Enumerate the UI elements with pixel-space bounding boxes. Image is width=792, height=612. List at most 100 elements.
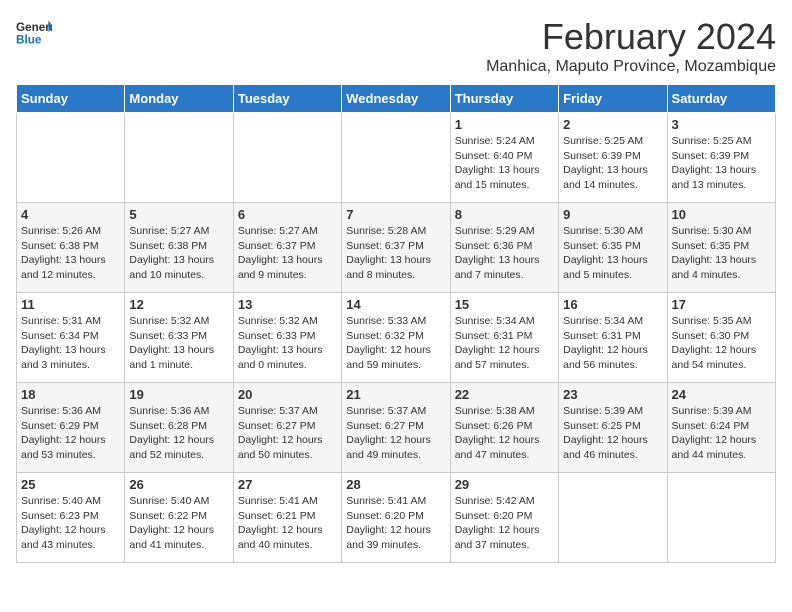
day-info: Sunrise: 5:41 AMSunset: 6:20 PMDaylight:… [346,494,445,553]
main-title: February 2024 [486,16,776,58]
title-area: February 2024 Manhica, Maputo Province, … [486,16,776,76]
day-info: Sunrise: 5:24 AMSunset: 6:40 PMDaylight:… [455,134,554,193]
weekday-header: Thursday [450,85,558,113]
calendar-body: 1 Sunrise: 5:24 AMSunset: 6:40 PMDaylight… [17,113,776,563]
calendar-table: SundayMondayTuesdayWednesdayThursdayFrid… [16,84,776,563]
day-info: Sunrise: 5:29 AMSunset: 6:36 PMDaylight:… [455,224,554,283]
logo: General Blue [16,16,52,52]
calendar-cell: 29Sunrise: 5:42 AMSunset: 6:20 PMDayligh… [450,473,558,563]
day-number: 23 [563,387,662,402]
day-number: 9 [563,207,662,222]
day-number: 13 [238,297,337,312]
weekday-header: Wednesday [342,85,450,113]
calendar-week-row: 18 Sunrise: 5:36 AMSunset: 6:29 PMDayligh… [17,383,776,473]
day-number: 6 [238,207,337,222]
calendar-cell: 5 Sunrise: 5:27 AMSunset: 6:38 PMDaylight… [125,203,233,293]
calendar-cell: 13 Sunrise: 5:32 AMSunset: 6:33 PMDayligh… [233,293,341,383]
calendar-cell: 1 Sunrise: 5:24 AMSunset: 6:40 PMDaylight… [450,113,558,203]
day-info: Sunrise: 5:26 AMSunset: 6:38 PMDaylight:… [21,224,120,283]
weekday-header: Sunday [17,85,125,113]
calendar-cell: 23 Sunrise: 5:39 AMSunset: 6:25 PMDayligh… [559,383,667,473]
calendar-cell: 17Sunrise: 5:35 AMSunset: 6:30 PMDayligh… [667,293,775,383]
day-info: Sunrise: 5:37 AMSunset: 6:27 PMDaylight:… [238,404,337,463]
day-info: Sunrise: 5:30 AMSunset: 6:35 PMDaylight:… [672,224,771,283]
calendar-cell [342,113,450,203]
svg-text:Blue: Blue [16,33,42,46]
day-info: Sunrise: 5:39 AMSunset: 6:24 PMDaylight:… [672,404,771,463]
day-number: 20 [238,387,337,402]
day-number: 11 [21,297,120,312]
header: General Blue February 2024 Manhica, Mapu… [16,16,776,76]
day-info: Sunrise: 5:32 AMSunset: 6:33 PMDaylight:… [238,314,337,373]
calendar-cell: 14 Sunrise: 5:33 AMSunset: 6:32 PMDayligh… [342,293,450,383]
calendar-cell [233,113,341,203]
day-info: Sunrise: 5:36 AMSunset: 6:29 PMDaylight:… [21,404,120,463]
day-info: Sunrise: 5:31 AMSunset: 6:34 PMDaylight:… [21,314,120,373]
weekday-header-row: SundayMondayTuesdayWednesdayThursdayFrid… [17,85,776,113]
day-number: 2 [563,117,662,132]
calendar-cell: 24Sunrise: 5:39 AMSunset: 6:24 PMDayligh… [667,383,775,473]
calendar-cell: 25 Sunrise: 5:40 AMSunset: 6:23 PMDayligh… [17,473,125,563]
day-info: Sunrise: 5:40 AMSunset: 6:22 PMDaylight:… [129,494,228,553]
day-number: 4 [21,207,120,222]
day-info: Sunrise: 5:40 AMSunset: 6:23 PMDaylight:… [21,494,120,553]
calendar-cell: 11 Sunrise: 5:31 AMSunset: 6:34 PMDayligh… [17,293,125,383]
calendar-week-row: 4 Sunrise: 5:26 AMSunset: 6:38 PMDaylight… [17,203,776,293]
calendar-cell: 10 Sunrise: 5:30 AMSunset: 6:35 PMDayligh… [667,203,775,293]
calendar-cell: 15 Sunrise: 5:34 AMSunset: 6:31 PMDayligh… [450,293,558,383]
day-info: Sunrise: 5:37 AMSunset: 6:27 PMDaylight:… [346,404,445,463]
day-number: 18 [21,387,120,402]
day-number: 27 [238,477,337,492]
day-number: 25 [21,477,120,492]
day-info: Sunrise: 5:34 AMSunset: 6:31 PMDaylight:… [455,314,554,373]
weekday-header: Monday [125,85,233,113]
weekday-header: Saturday [667,85,775,113]
day-number: 21 [346,387,445,402]
day-info: Sunrise: 5:25 AMSunset: 6:39 PMDaylight:… [672,134,771,193]
svg-text:General: General [16,21,52,34]
day-number: 26 [129,477,228,492]
calendar-cell: 18 Sunrise: 5:36 AMSunset: 6:29 PMDayligh… [17,383,125,473]
day-number: 3 [672,117,771,132]
day-number: 8 [455,207,554,222]
weekday-header: Friday [559,85,667,113]
day-number: 14 [346,297,445,312]
day-number: 22 [455,387,554,402]
calendar-cell [17,113,125,203]
subtitle: Manhica, Maputo Province, Mozambique [486,58,776,76]
day-number: 16 [563,297,662,312]
day-number: 29 [455,477,554,492]
day-info: Sunrise: 5:27 AMSunset: 6:37 PMDaylight:… [238,224,337,283]
day-info: Sunrise: 5:41 AMSunset: 6:21 PMDaylight:… [238,494,337,553]
calendar-cell: 8 Sunrise: 5:29 AMSunset: 6:36 PMDaylight… [450,203,558,293]
day-info: Sunrise: 5:33 AMSunset: 6:32 PMDaylight:… [346,314,445,373]
calendar-cell [125,113,233,203]
logo-svg: General Blue [16,16,52,52]
day-info: Sunrise: 5:32 AMSunset: 6:33 PMDaylight:… [129,314,228,373]
day-info: Sunrise: 5:25 AMSunset: 6:39 PMDaylight:… [563,134,662,193]
day-number: 17 [672,297,771,312]
day-info: Sunrise: 5:36 AMSunset: 6:28 PMDaylight:… [129,404,228,463]
calendar-cell [559,473,667,563]
calendar-cell: 28 Sunrise: 5:41 AMSunset: 6:20 PMDayligh… [342,473,450,563]
calendar-cell: 7Sunrise: 5:28 AMSunset: 6:37 PMDaylight… [342,203,450,293]
calendar-cell: 4 Sunrise: 5:26 AMSunset: 6:38 PMDaylight… [17,203,125,293]
calendar-cell: 6 Sunrise: 5:27 AMSunset: 6:37 PMDaylight… [233,203,341,293]
day-number: 10 [672,207,771,222]
calendar-cell: 16Sunrise: 5:34 AMSunset: 6:31 PMDayligh… [559,293,667,383]
day-number: 1 [455,117,554,132]
day-number: 5 [129,207,228,222]
day-info: Sunrise: 5:27 AMSunset: 6:38 PMDaylight:… [129,224,228,283]
calendar-cell: 20 Sunrise: 5:37 AMSunset: 6:27 PMDayligh… [233,383,341,473]
day-number: 12 [129,297,228,312]
calendar-cell: 3 Sunrise: 5:25 AMSunset: 6:39 PMDaylight… [667,113,775,203]
weekday-header: Tuesday [233,85,341,113]
day-number: 28 [346,477,445,492]
day-info: Sunrise: 5:39 AMSunset: 6:25 PMDaylight:… [563,404,662,463]
calendar-week-row: 1 Sunrise: 5:24 AMSunset: 6:40 PMDaylight… [17,113,776,203]
calendar-cell: 27 Sunrise: 5:41 AMSunset: 6:21 PMDayligh… [233,473,341,563]
day-number: 15 [455,297,554,312]
day-number: 7 [346,207,445,222]
calendar-week-row: 25 Sunrise: 5:40 AMSunset: 6:23 PMDayligh… [17,473,776,563]
calendar-week-row: 11 Sunrise: 5:31 AMSunset: 6:34 PMDayligh… [17,293,776,383]
